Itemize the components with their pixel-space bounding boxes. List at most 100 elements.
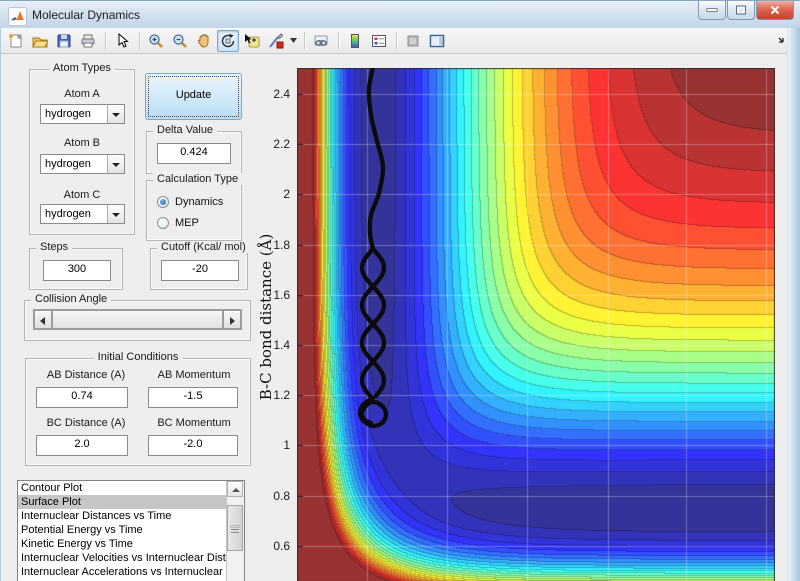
collision-angle-slider[interactable]: [33, 309, 242, 330]
delta-value-field[interactable]: 0.424: [157, 143, 231, 164]
atom-c-value: hydrogen: [45, 208, 91, 220]
insert-colorbar-icon[interactable]: [344, 30, 366, 52]
scroll-up-icon[interactable]: [227, 481, 243, 497]
ab-distance-label: AB Distance (A): [36, 369, 136, 381]
brush-icon[interactable]: [265, 30, 287, 52]
atom-a-value: hydrogen: [45, 108, 91, 120]
list-item[interactable]: Contour Plot: [18, 481, 244, 495]
atom-b-value: hydrogen: [45, 158, 91, 170]
toolbar-separator: [396, 32, 398, 50]
toolbar-overflow-icon[interactable]: [778, 35, 787, 47]
scrollbar-thumb[interactable]: [227, 505, 243, 551]
ab-distance-field[interactable]: 0.74: [36, 387, 128, 408]
bc-momentum-label: BC Momentum: [148, 417, 240, 429]
list-item[interactable]: Surface Plot: [18, 495, 244, 509]
atom-types-panel: Atom Types Atom A hydrogen Atom B hydrog…: [29, 69, 135, 235]
listbox-scrollbar[interactable]: [226, 481, 244, 581]
dynamics-radio[interactable]: Dynamics: [157, 195, 223, 209]
steps-panel: Steps 300: [29, 248, 123, 290]
y-tick-label: 1: [246, 438, 290, 452]
y-tick-label: 2.2: [246, 137, 290, 151]
zoom-out-icon[interactable]: [169, 30, 191, 52]
open-file-icon[interactable]: [29, 30, 51, 52]
zoom-in-icon[interactable]: [145, 30, 167, 52]
steps-title: Steps: [36, 241, 72, 253]
ab-momentum-field[interactable]: -1.5: [148, 387, 238, 408]
atom-a-label: Atom A: [30, 88, 134, 100]
toolbar-separator: [338, 32, 340, 50]
link-plot-icon[interactable]: [310, 30, 332, 52]
plot-type-listbox[interactable]: Contour PlotSurface PlotInternuclear Dis…: [17, 480, 245, 581]
calculation-type-panel: Calculation Type Dynamics MEP: [146, 180, 242, 241]
mep-radio[interactable]: MEP: [157, 216, 199, 230]
pan-hand-icon[interactable]: [193, 30, 215, 52]
atom-types-title: Atom Types: [49, 62, 115, 74]
chevron-down-icon[interactable]: [107, 205, 124, 223]
window-border-left: [0, 28, 1, 581]
window-border-right[interactable]: [787, 28, 800, 581]
atom-b-label: Atom B: [30, 137, 134, 149]
list-item[interactable]: Internuclear Velocities vs Internuclear …: [18, 551, 244, 565]
cutoff-title: Cutoff (Kcal/ mol): [157, 241, 250, 253]
molecular-dynamics-window: Molecular Dynamics: [0, 0, 800, 581]
update-button[interactable]: Update: [145, 73, 242, 120]
bc-momentum-field[interactable]: -2.0: [148, 435, 238, 456]
figure-toolbar: [1, 28, 799, 54]
slider-thumb[interactable]: [52, 310, 223, 329]
slider-left-arrow[interactable]: [34, 310, 52, 329]
chevron-down-icon[interactable]: [107, 105, 124, 123]
slider-right-arrow[interactable]: [223, 310, 241, 329]
cutoff-panel: Cutoff (Kcal/ mol) -20: [150, 248, 248, 290]
hide-plot-tools-icon[interactable]: [402, 30, 424, 52]
calculation-type-title: Calculation Type: [153, 173, 242, 185]
cutoff-field[interactable]: -20: [161, 260, 239, 281]
plot-type-items: Contour PlotSurface PlotInternuclear Dis…: [18, 481, 244, 579]
close-button[interactable]: [756, 1, 794, 20]
chevron-down-icon[interactable]: [107, 155, 124, 173]
rotate-3d-icon[interactable]: [217, 30, 239, 52]
ab-momentum-label: AB Momentum: [148, 369, 240, 381]
save-figure-icon[interactable]: [53, 30, 75, 52]
titlebar[interactable]: Molecular Dynamics: [0, 0, 800, 28]
list-item[interactable]: Kinetic Energy vs Time: [18, 537, 244, 551]
show-plot-tools-icon[interactable]: [426, 30, 448, 52]
new-figure-icon[interactable]: [5, 30, 27, 52]
mep-radio-label: MEP: [175, 217, 199, 229]
initial-conditions-title: Initial Conditions: [94, 351, 183, 363]
radio-unselected-icon[interactable]: [157, 217, 169, 229]
y-tick-label: 0.8: [246, 489, 290, 503]
steps-field[interactable]: 300: [43, 260, 111, 281]
brush-dropdown-icon[interactable]: [289, 31, 298, 51]
y-tick-label: 2: [246, 187, 290, 201]
maximize-button[interactable]: [727, 1, 755, 20]
dynamics-radio-label: Dynamics: [175, 196, 223, 208]
list-item[interactable]: Internuclear Accelerations vs Internucle…: [18, 565, 244, 579]
print-figure-icon[interactable]: [77, 30, 99, 52]
insert-legend-icon[interactable]: [368, 30, 390, 52]
list-item[interactable]: Internuclear Distances vs Time: [18, 509, 244, 523]
matlab-icon: [8, 7, 27, 26]
y-axis-label: B-C bond distance (Å): [257, 207, 275, 427]
bc-distance-label: BC Distance (A): [36, 417, 136, 429]
atom-c-dropdown[interactable]: hydrogen: [40, 204, 125, 224]
contour-plot[interactable]: [297, 68, 775, 581]
atom-b-dropdown[interactable]: hydrogen: [40, 154, 125, 174]
radio-selected-icon[interactable]: [157, 196, 169, 208]
atom-c-label: Atom C: [30, 189, 134, 201]
toolbar-separator: [304, 32, 306, 50]
pointer-icon[interactable]: [111, 30, 133, 52]
delta-value-title: Delta Value: [153, 124, 217, 136]
list-item[interactable]: Potential Energy vs Time: [18, 523, 244, 537]
window-title: Molecular Dynamics: [32, 8, 140, 22]
bc-distance-field[interactable]: 2.0: [36, 435, 128, 456]
minimize-button[interactable]: [698, 1, 726, 20]
y-tick-label: 2.4: [246, 87, 290, 101]
atom-a-dropdown[interactable]: hydrogen: [40, 104, 125, 124]
initial-conditions-panel: Initial Conditions AB Distance (A) AB Mo…: [25, 358, 251, 466]
delta-value-panel: Delta Value 0.424: [146, 131, 242, 174]
collision-angle-title: Collision Angle: [31, 293, 111, 305]
data-cursor-icon[interactable]: [241, 30, 263, 52]
figure-canvas-area: Atom Types Atom A hydrogen Atom B hydrog…: [0, 54, 800, 581]
toolbar-separator: [105, 32, 107, 50]
toolbar-separator: [139, 32, 141, 50]
